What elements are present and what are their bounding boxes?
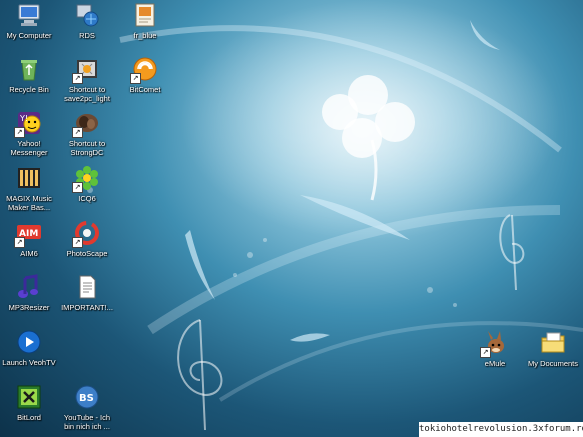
my-computer-icon [16, 2, 42, 28]
bitcomet-icon: ↗ [130, 56, 158, 84]
icon-label: BitComet [129, 85, 161, 94]
desktop-icon-mp3resizer[interactable]: MP3Resizer [1, 274, 57, 312]
desktop-icon-emule[interactable]: ↗ eMule [467, 330, 523, 368]
desktop-icon-save2pc[interactable]: ↗ Shortcut to save2pc_light [59, 56, 115, 103]
icon-label: AIM6 [20, 249, 38, 258]
recycle-bin-icon [16, 56, 42, 82]
shortcut-arrow-icon: ↗ [14, 237, 25, 248]
desktop-icon-aim[interactable]: AIM ↗ AIM6 [1, 220, 57, 258]
icon-label: Yahoo! Messenger [10, 139, 48, 157]
icon-label: IMPORTANT!... [61, 303, 113, 312]
text-document-icon [74, 274, 100, 300]
icon-label: Shortcut to StrongDC [68, 139, 106, 157]
shortcut-arrow-icon: ↗ [130, 73, 141, 84]
archive-file-icon [132, 2, 158, 28]
icon-label: MP3Resizer [8, 303, 50, 312]
veohtv-icon [16, 329, 42, 355]
icon-label: My Documents [527, 359, 578, 368]
shortcut-arrow-icon: ↗ [72, 127, 83, 138]
shortcut-arrow-icon: ↗ [480, 347, 491, 358]
icon-label: fr_blue [133, 31, 157, 40]
desktop-icon-important-document[interactable]: IMPORTANT!... [59, 274, 115, 312]
icq-icon: ↗ [72, 165, 100, 193]
yahoo-messenger-icon: Y! ↗ [14, 110, 42, 138]
desktop[interactable]: My Computer Recycle Bin Y! ↗ Yahoo! Mess… [0, 0, 583, 437]
desktop-icon-yahoo-messenger[interactable]: Y! ↗ Yahoo! Messenger [1, 110, 57, 157]
my-documents-icon [540, 330, 566, 356]
desktop-icon-launch-veohtv[interactable]: Launch VeohTV [1, 329, 57, 367]
icon-label: My Computer [6, 31, 52, 40]
desktop-icon-strongdc[interactable]: ↗ Shortcut to StrongDC [59, 110, 115, 157]
icon-label: Recycle Bin [9, 85, 49, 94]
emule-icon: ↗ [480, 330, 508, 358]
aim-icon: AIM ↗ [14, 220, 42, 248]
rds-icon [74, 2, 100, 28]
icon-label: Launch VeohTV [2, 358, 56, 367]
watermark-text: tokiohotelrevolusion.3xforum.ro [419, 422, 583, 437]
svg-text:Y!: Y! [19, 114, 28, 123]
shortcut-arrow-icon: ↗ [14, 127, 25, 138]
strongdc-icon: ↗ [72, 110, 100, 138]
shortcut-arrow-icon: ↗ [72, 237, 83, 248]
icon-label: PhotoScape [66, 249, 108, 258]
desktop-icon-my-documents[interactable]: My Documents [525, 330, 581, 368]
desktop-icon-bitlord[interactable]: BitLord [1, 384, 57, 422]
desktop-icon-rds[interactable]: RDS [59, 2, 115, 40]
desktop-icon-photoscape[interactable]: ↗ PhotoScape [59, 220, 115, 258]
photoscape-icon: ↗ [72, 220, 100, 248]
icon-label: YouTube - Ich bin nich ich ... [63, 413, 111, 431]
magix-music-maker-icon [16, 165, 42, 191]
icon-label: RDS [79, 31, 95, 40]
desktop-icon-fr-blue[interactable]: fr_blue [117, 2, 173, 40]
icon-label: MAGIX Music Maker Bas... [6, 194, 52, 212]
shortcut-arrow-icon: ↗ [72, 73, 83, 84]
desktop-icon-icq[interactable]: ↗ ICQ6 [59, 165, 115, 203]
desktop-icon-youtube-video[interactable]: BS YouTube - Ich bin nich ich ... [59, 384, 115, 431]
desktop-icon-magix-music-maker[interactable]: MAGIX Music Maker Bas... [1, 165, 57, 212]
svg-text:BS: BS [79, 393, 94, 404]
desktop-icon-bitcomet[interactable]: ↗ BitComet [117, 56, 173, 94]
save2pc-icon: ↗ [72, 56, 100, 84]
icon-label: ICQ6 [78, 194, 96, 203]
desktop-icon-my-computer[interactable]: My Computer [1, 2, 57, 40]
desktop-icon-recycle-bin[interactable]: Recycle Bin [1, 56, 57, 94]
bitlord-icon [16, 384, 42, 410]
mp3resizer-icon [16, 274, 42, 300]
icon-label: Shortcut to save2pc_light [64, 85, 110, 103]
shortcut-arrow-icon: ↗ [72, 182, 83, 193]
youtube-video-icon: BS [74, 384, 100, 410]
icon-label: BitLord [17, 413, 41, 422]
icon-label: eMule [484, 359, 506, 368]
